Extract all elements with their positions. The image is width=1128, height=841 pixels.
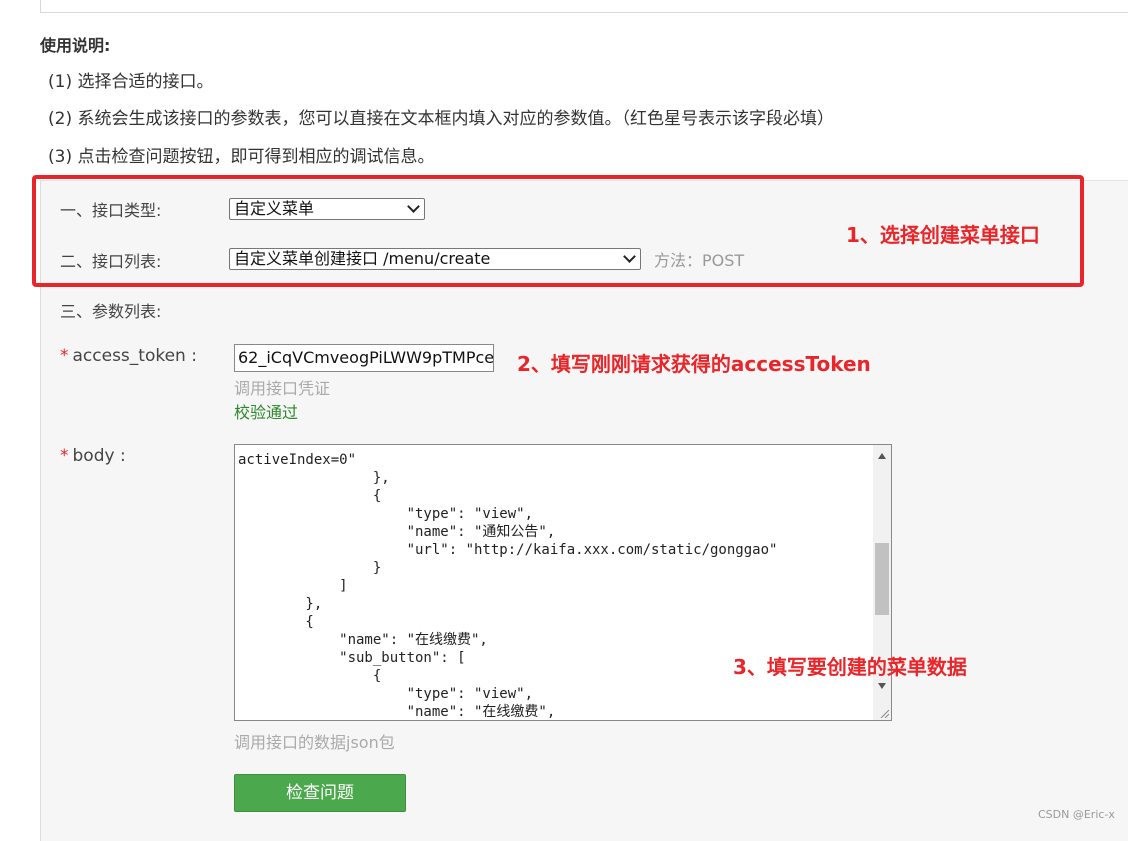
scroll-down-icon[interactable]	[878, 683, 886, 689]
instruction-item: (3) 点击检查问题按钮，即可得到相应的调试信息。	[48, 147, 435, 167]
scroll-up-icon[interactable]	[878, 453, 886, 459]
scroll-thumb[interactable]	[875, 543, 889, 615]
annotation-step3: 3、填写要创建的菜单数据	[733, 655, 967, 679]
required-star: *	[60, 346, 69, 366]
check-issue-button[interactable]: 检查问题	[234, 774, 406, 812]
body-label: * body :	[60, 446, 126, 466]
instructions-title: 使用说明:	[40, 36, 111, 55]
body-hint: 调用接口的数据json包	[234, 733, 395, 752]
annotation-step1: 1、选择创建菜单接口	[846, 223, 1040, 247]
instruction-item: (2) 系统会生成该接口的参数表，您可以直接在文本框内填入对应的参数值。（红色星…	[48, 109, 834, 129]
top-info-box	[40, 0, 1128, 13]
resize-grip-icon[interactable]	[879, 708, 889, 718]
access-token-hint: 调用接口凭证	[234, 379, 331, 398]
annotation-step2: 2、填写刚刚请求获得的accessToken	[517, 352, 871, 376]
required-star: *	[60, 446, 69, 466]
instruction-item: (1) 选择合适的接口。	[48, 72, 214, 92]
body-json-content: activeIndex=0" }, { "type": "view", "nam…	[238, 452, 778, 720]
access-token-label: * access_token :	[60, 346, 197, 366]
access-token-input[interactable]: 62_iCqVCmveogPiLWW9pTMPce	[234, 344, 494, 372]
access-token-status: 校验通过	[234, 403, 299, 422]
params-label: 三、参数列表:	[60, 302, 162, 321]
watermark: CSDN @Eric-x	[1038, 808, 1115, 821]
